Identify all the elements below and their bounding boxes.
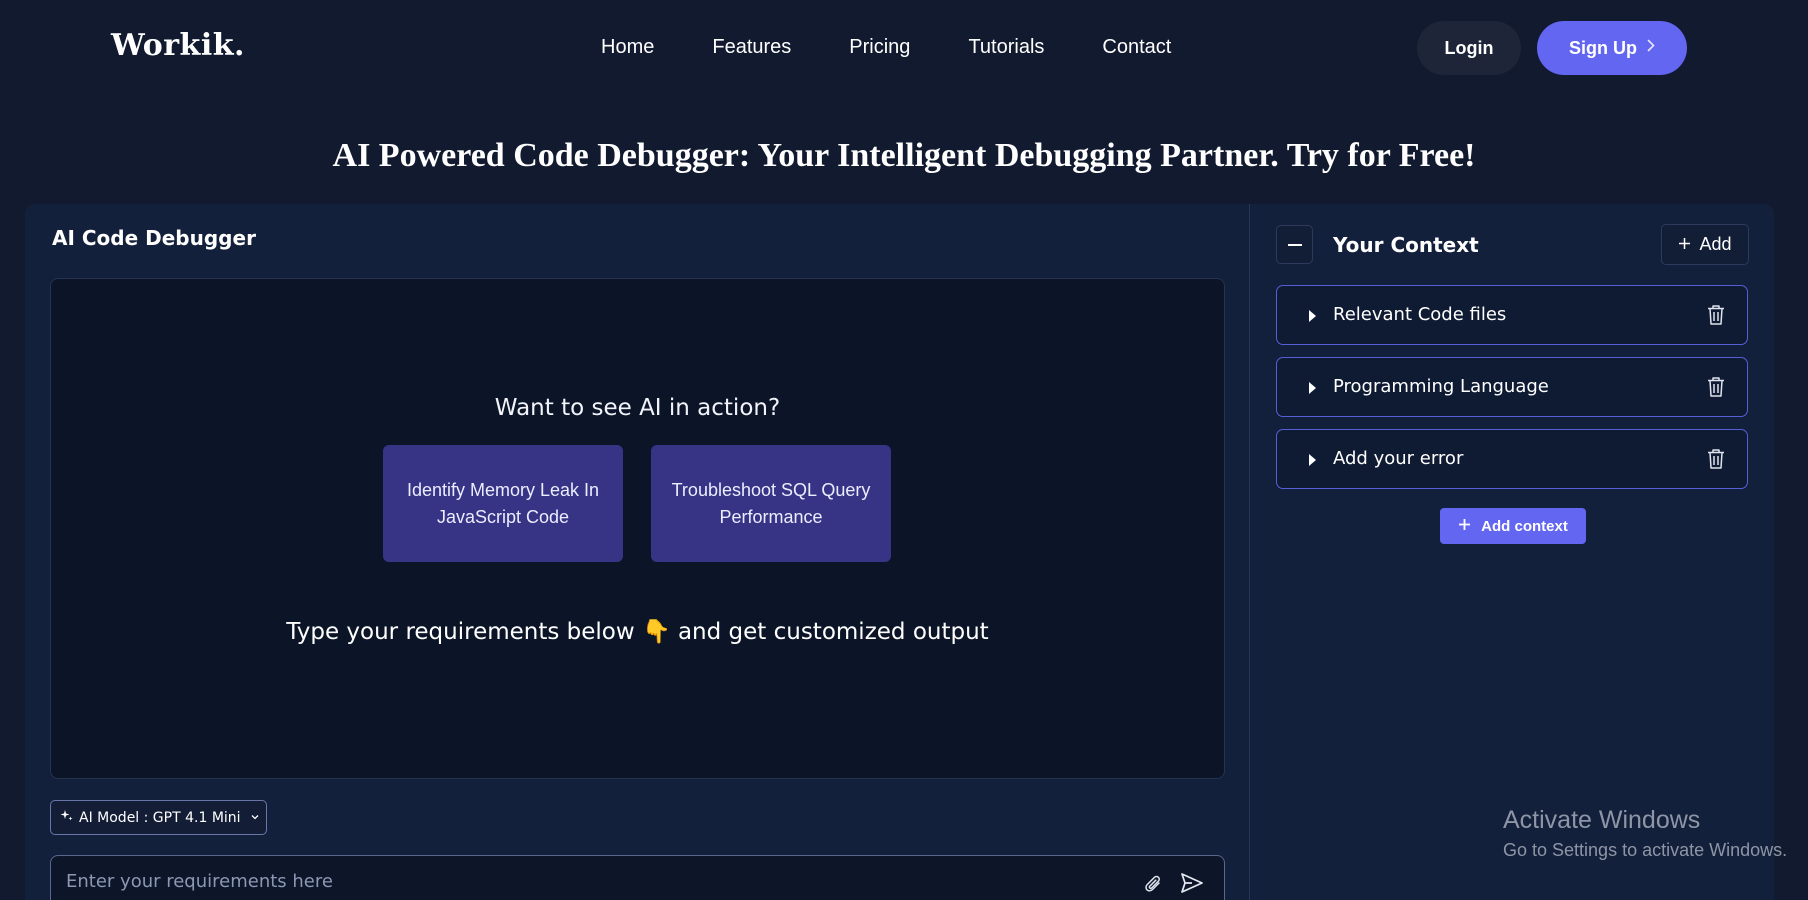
- chat-output-area: Want to see AI in action? Identify Memor…: [50, 278, 1225, 779]
- signup-button[interactable]: Sign Up: [1537, 21, 1687, 75]
- add-context-button[interactable]: Add context: [1440, 508, 1586, 544]
- context-item-label: Add your error: [1333, 448, 1464, 469]
- sparkle-icon: [60, 809, 73, 826]
- requirements-input-box: [50, 855, 1225, 900]
- watermark-title: Activate Windows: [1503, 806, 1701, 834]
- watermark-subtitle: Go to Settings to activate Windows.: [1503, 840, 1788, 860]
- ai-model-label: AI Model : GPT 4.1 Mini: [79, 809, 241, 826]
- top-header: Workik. Home Features Pricing Tutorials …: [0, 0, 1808, 96]
- type-requirements-hint: Type your requirements below 👇 and get c…: [286, 619, 989, 645]
- login-button[interactable]: Login: [1417, 21, 1521, 75]
- plus-icon: [1678, 234, 1691, 255]
- trash-icon[interactable]: [1707, 376, 1725, 402]
- plus-icon: [1458, 518, 1471, 535]
- chevron-right-icon: [1647, 39, 1655, 57]
- sample-prompt-memory-leak[interactable]: Identify Memory Leak In JavaScript Code: [383, 445, 623, 562]
- activate-windows-watermark: Activate Windows Go to Settings to activ…: [1503, 806, 1787, 861]
- context-item-programming-language[interactable]: Programming Language: [1276, 357, 1748, 417]
- caret-right-icon: [1309, 382, 1316, 394]
- requirements-input[interactable]: [66, 864, 1126, 898]
- nav-tutorials[interactable]: Tutorials: [968, 36, 1044, 59]
- nav-pricing[interactable]: Pricing: [849, 36, 910, 59]
- sample-prompt-sql-performance[interactable]: Troubleshoot SQL Query Performance: [651, 445, 891, 562]
- main-nav: Home Features Pricing Tutorials Contact: [601, 36, 1171, 59]
- send-icon[interactable]: [1180, 872, 1204, 898]
- context-item-label: Relevant Code files: [1333, 304, 1507, 325]
- signup-label: Sign Up: [1569, 37, 1637, 58]
- panel-divider: [1249, 204, 1250, 900]
- nav-contact[interactable]: Contact: [1102, 36, 1171, 59]
- paperclip-icon[interactable]: [1144, 874, 1164, 900]
- page-headline: AI Powered Code Debugger: Your Intellige…: [332, 137, 1476, 174]
- ai-model-select[interactable]: AI Model : GPT 4.1 Mini: [50, 800, 267, 835]
- context-item-error[interactable]: Add your error: [1276, 429, 1748, 489]
- nav-home[interactable]: Home: [601, 36, 654, 59]
- trash-icon[interactable]: [1707, 304, 1725, 330]
- nav-features[interactable]: Features: [712, 36, 791, 59]
- chevron-down-icon: [251, 812, 259, 823]
- add-label: Add: [1699, 234, 1732, 254]
- workik-logo[interactable]: Workik.: [111, 28, 245, 63]
- debugger-title: AI Code Debugger: [52, 226, 256, 250]
- context-title: Your Context: [1333, 233, 1479, 257]
- trash-icon[interactable]: [1707, 448, 1725, 474]
- context-item-code-files[interactable]: Relevant Code files: [1276, 285, 1748, 345]
- add-context-label: Add context: [1481, 517, 1568, 535]
- context-item-label: Programming Language: [1333, 376, 1549, 397]
- collapse-context-button[interactable]: [1276, 225, 1313, 264]
- add-button[interactable]: Add: [1661, 224, 1749, 265]
- prompt-question: Want to see AI in action?: [494, 395, 781, 421]
- minus-icon: [1287, 243, 1302, 246]
- caret-right-icon: [1309, 454, 1316, 466]
- caret-right-icon: [1309, 310, 1316, 322]
